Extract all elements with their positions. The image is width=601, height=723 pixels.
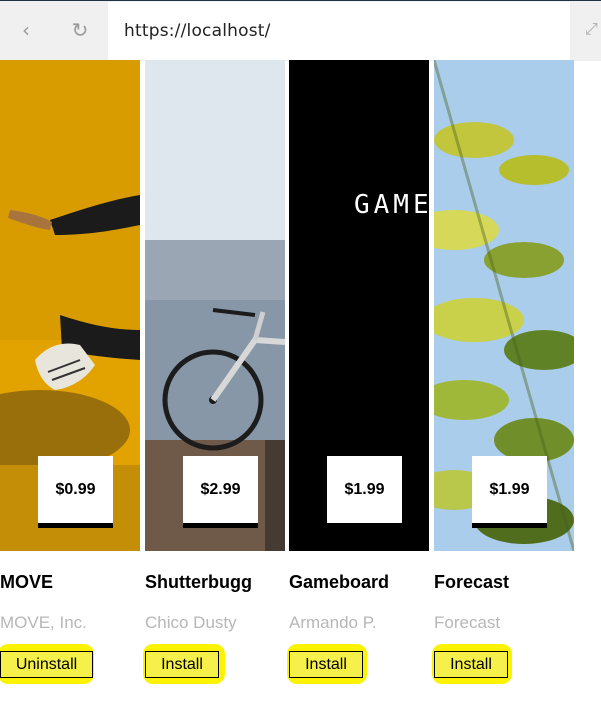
expand-icon[interactable]: ⤢: [585, 19, 598, 39]
app-card-gameboard: GAME $1.99 Gameboard Armando P. Install: [287, 60, 429, 684]
install-button[interactable]: Install: [434, 651, 508, 678]
price-tag: $1.99: [327, 456, 402, 528]
price-tag: $2.99: [183, 456, 258, 528]
install-button[interactable]: Install: [145, 651, 219, 678]
app-author: Chico Dusty: [145, 613, 237, 632]
uninstall-button[interactable]: Uninstall: [0, 651, 93, 678]
reload-icon[interactable]: ↻: [68, 18, 92, 42]
app-card-shutterbugg: $2.99 Shutterbugg Chico Dusty Install: [143, 60, 285, 684]
back-icon[interactable]: ‹: [14, 18, 38, 42]
browser-toolbar: ‹ ↻ https://localhost/ ⤢: [0, 0, 601, 61]
app-hero-image[interactable]: $0.99: [0, 60, 140, 551]
app-card-forecast: $1.99 Forecast Forecast Install: [432, 60, 574, 684]
url-text[interactable]: https://localhost/: [124, 21, 271, 41]
address-bar[interactable]: https://localhost/: [108, 2, 570, 60]
app-author: MOVE, Inc.: [0, 613, 87, 632]
app-author: Forecast: [434, 613, 501, 632]
app-title: MOVE: [0, 572, 54, 592]
app-hero-image[interactable]: $2.99: [145, 60, 285, 551]
app-title: Shutterbugg: [145, 572, 252, 592]
game-hero-text: GAME: [354, 190, 429, 220]
app-title: Gameboard: [289, 572, 390, 592]
price-tag: $0.99: [38, 456, 113, 528]
app-hero-image[interactable]: GAME $1.99: [289, 60, 429, 551]
app-card-move: $0.99 MOVE MOVE, Inc. Uninstall: [0, 60, 140, 684]
app-author: Armando P.: [289, 613, 377, 632]
price-tag: $1.99: [472, 456, 547, 528]
app-hero-image[interactable]: $1.99: [434, 60, 574, 551]
app-title: Forecast: [434, 572, 510, 592]
install-button[interactable]: Install: [289, 651, 363, 678]
